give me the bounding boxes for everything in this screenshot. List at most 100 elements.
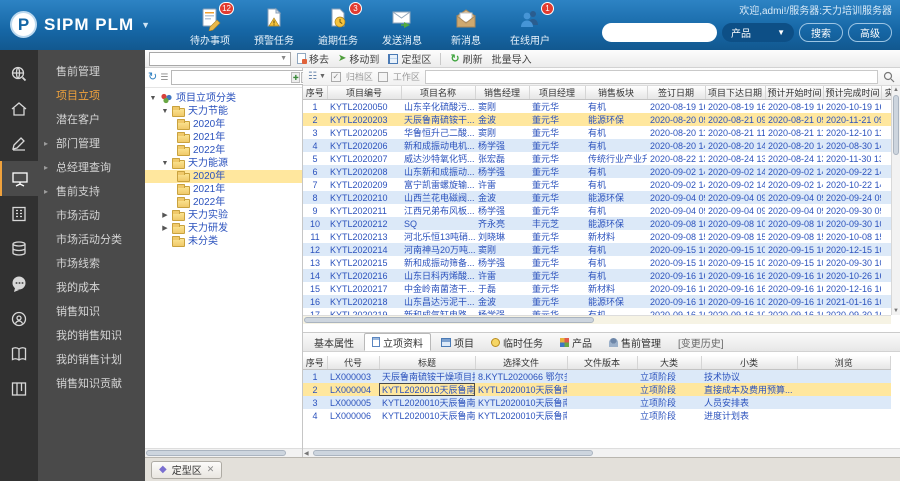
table-cell[interactable]: 6: [303, 165, 327, 178]
table-cell[interactable]: [881, 295, 891, 308]
table-cell[interactable]: 2020-11-30 13:...: [823, 152, 881, 165]
table-cell[interactable]: 10: [303, 217, 327, 230]
table-cell[interactable]: 2020-09-16 10...: [647, 308, 705, 316]
tab-product[interactable]: 产品: [553, 333, 599, 351]
table-cell[interactable]: KYTL2020212: [327, 217, 401, 230]
table-cell[interactable]: 2020-11-21 09:...: [823, 113, 881, 126]
tree-node[interactable]: 2021年: [145, 131, 302, 144]
column-header[interactable]: 签订日期: [647, 86, 706, 100]
archive-zone-checkbox[interactable]: ✓: [330, 71, 341, 82]
table-cell[interactable]: 新材料: [585, 282, 647, 295]
column-header[interactable]: 预计开始时间: [765, 86, 824, 100]
table-cell[interactable]: 2020-08-30 14:...: [823, 139, 881, 152]
table-cell[interactable]: 2020-09-16 16...: [765, 269, 823, 282]
sidebar-item-project-initiation[interactable]: 项目立项: [38, 84, 145, 108]
online-users-button[interactable]: 1 在线用户: [505, 2, 555, 47]
table-cell[interactable]: 7: [303, 178, 327, 191]
scroll-down-icon[interactable]: ▼: [892, 308, 900, 314]
sidebar-item-department-mgmt[interactable]: 部门管理: [38, 132, 145, 156]
table-row[interactable]: 10KYTL2020212SQ齐永亮丰元芝能源环保2020-09-08 10..…: [303, 217, 891, 230]
collapse-icon[interactable]: ▼: [149, 92, 157, 105]
tree-search-input[interactable]: [171, 70, 312, 85]
table-cell[interactable]: 富宁凯雷螺旋输...: [401, 178, 475, 191]
table-cell[interactable]: [567, 370, 637, 384]
table-cell[interactable]: 2020-08-20 11...: [647, 126, 705, 139]
table-cell[interactable]: KYTL2020010天辰鲁南硫...: [379, 409, 475, 422]
table-cell[interactable]: 2020-09-04 09:...: [705, 204, 765, 217]
scrollbar-thumb[interactable]: [304, 317, 594, 323]
table-search-input[interactable]: [424, 69, 878, 84]
table-cell[interactable]: 2: [303, 383, 327, 396]
table-cell[interactable]: 2020-08-24 13:...: [705, 152, 765, 165]
table-cell[interactable]: 河南神马20万吨...: [401, 243, 475, 256]
app-logo[interactable]: P SIPM PLM ▼: [10, 11, 150, 38]
table-cell[interactable]: KYTL2020010天辰鲁南硫...: [475, 409, 567, 422]
column-header[interactable]: 序号: [303, 356, 328, 370]
table-cell[interactable]: 2020-09-15 10...: [765, 243, 823, 256]
tree-horizontal-scrollbar[interactable]: [145, 448, 302, 457]
table-cell[interactable]: KYTL2020211: [327, 204, 401, 217]
table-cell[interactable]: 山东辛化硫酸污...: [401, 100, 475, 114]
table-cell[interactable]: 能源环保: [585, 113, 647, 126]
table-cell[interactable]: 14: [303, 269, 327, 282]
table-cell[interactable]: 新材料: [585, 230, 647, 243]
table-cell[interactable]: 5: [303, 152, 327, 165]
table-cell[interactable]: 立项阶段: [637, 383, 701, 396]
table-cell[interactable]: 山东昌达污泥干...: [401, 295, 475, 308]
table-cell[interactable]: 杨学强: [475, 139, 529, 152]
table-row[interactable]: 15 KYTL2020217 中金岭南菌渣干... 于磊 董元华 新材料 2020-09-1…: [303, 282, 891, 295]
table-cell[interactable]: [881, 243, 891, 256]
table-cell[interactable]: 立项阶段: [637, 409, 701, 422]
table-cell[interactable]: 2021-01-16 10:...: [823, 295, 881, 308]
table-row[interactable]: 13 KYTL2020215 新和成振动筛备... 杨学强 董元华 有机 2020-09-1…: [303, 256, 891, 269]
table-cell[interactable]: KYTL2020050: [327, 100, 401, 114]
rail-search-globe-icon[interactable]: [0, 56, 38, 91]
table-cell[interactable]: 威达沙特氧化钙...: [401, 152, 475, 165]
table-cell[interactable]: 董元华: [529, 113, 585, 126]
table-cell[interactable]: 2020-08-21 11:...: [705, 126, 765, 139]
table-cell[interactable]: 董元华: [529, 243, 585, 256]
table-cell[interactable]: [881, 126, 891, 139]
table-cell[interactable]: 人员安排表: [701, 396, 797, 409]
table-cell[interactable]: 2020-08-19 16...: [647, 100, 705, 114]
table-cell[interactable]: 金波: [475, 295, 529, 308]
scroll-up-icon[interactable]: ▲: [892, 87, 900, 93]
table-cell[interactable]: 2020-09-02 14...: [765, 178, 823, 191]
tree-node[interactable]: 2022年: [145, 144, 302, 157]
table-cell[interactable]: KYTL2020010天辰鲁南己...: [379, 396, 475, 409]
table-cell[interactable]: 3: [303, 126, 327, 139]
table-cell[interactable]: 天辰鲁南硫铵干...: [401, 113, 475, 126]
rail-building-icon[interactable]: [0, 196, 38, 231]
table-cell[interactable]: 2020-09-08 10:...: [705, 217, 765, 230]
table-cell[interactable]: 2020-09-16 16...: [765, 282, 823, 295]
table-cell[interactable]: KYTL2020213: [327, 230, 401, 243]
rail-database-icon[interactable]: [0, 231, 38, 266]
scrollbar-thumb[interactable]: [313, 450, 593, 456]
table-row[interactable]: 11 KYTL2020213 河北乐恒13吨硝... 刘晓琳 董元华 新材料 2020-09…: [303, 230, 891, 243]
advanced-search-button[interactable]: 高级: [848, 23, 892, 42]
table-cell[interactable]: [881, 269, 891, 282]
table-cell[interactable]: 董元华: [529, 126, 585, 139]
table-cell[interactable]: 有机: [585, 204, 647, 217]
table-cell[interactable]: KYTL2020010天辰鲁南硫...: [379, 383, 475, 396]
table-cell[interactable]: 董元华: [529, 269, 585, 282]
table-cell[interactable]: 2020-09-02 14...: [765, 165, 823, 178]
table-cell[interactable]: 2020-09-16 16...: [647, 282, 705, 295]
table-cell[interactable]: 新和成振动电机...: [401, 139, 475, 152]
table-cell[interactable]: 2020-08-20 14:...: [705, 139, 765, 152]
table-cell[interactable]: 15: [303, 282, 327, 295]
remove-button[interactable]: 移去: [294, 51, 332, 66]
table-cell[interactable]: 齐永亮: [475, 217, 529, 230]
table-row[interactable]: 14 KYTL2020216 山东日科丙烯酸... 许雷 董元华 有机 2020-09-16…: [303, 269, 891, 282]
search-icon[interactable]: [883, 71, 895, 83]
sidebar-item-market-activity[interactable]: 市场活动: [38, 204, 145, 228]
table-cell[interactable]: 2020-09-04 09...: [765, 191, 823, 204]
table-cell[interactable]: 2020-09-08 15:...: [705, 230, 765, 243]
table-cell[interactable]: 董元华: [529, 204, 585, 217]
table-cell[interactable]: 2020-09-04 09...: [647, 191, 705, 204]
table-cell[interactable]: 2020-09-30 10:...: [823, 256, 881, 269]
table-row[interactable]: 4LX000006KYTL2020010天辰鲁南硫...KYTL2020010天…: [303, 409, 891, 422]
finalize-zone-tab[interactable]: ◆ 定型区 ✕: [151, 460, 223, 479]
table-cell[interactable]: 2020-09-16 16:...: [705, 269, 765, 282]
table-cell[interactable]: 能源环保: [585, 191, 647, 204]
